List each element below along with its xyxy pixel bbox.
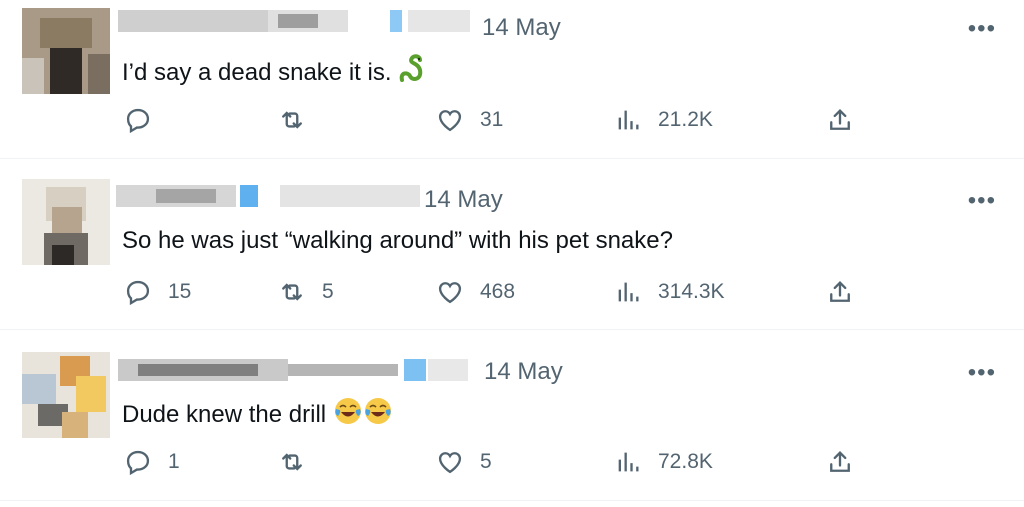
- like-button[interactable]: 31: [436, 106, 503, 134]
- views-button[interactable]: 21.2K: [614, 106, 713, 134]
- like-count: 31: [480, 108, 504, 131]
- like-button[interactable]: 468: [436, 278, 515, 306]
- reply-button[interactable]: [124, 106, 168, 134]
- reply-tweet[interactable]: 14 May ••• I’d say a dead snake it is. 3…: [0, 0, 1024, 158]
- divider: [0, 500, 1024, 501]
- retweet-icon: [282, 111, 302, 129]
- heart-icon: [438, 452, 462, 474]
- share-icon: [830, 451, 850, 472]
- heart-icon: [438, 282, 462, 304]
- tears-of-joy-emoji: [333, 396, 363, 433]
- share-icon: [830, 109, 850, 130]
- tweet-actions: 15 5 468 314.3K: [0, 278, 1024, 312]
- blurred-username[interactable]: [118, 359, 468, 381]
- reply-icon: [126, 108, 150, 134]
- share-icon: [830, 281, 850, 302]
- avatar[interactable]: [22, 8, 110, 94]
- blurred-username[interactable]: [118, 10, 470, 32]
- like-count: 5: [480, 450, 492, 473]
- retweet-button[interactable]: [278, 448, 322, 476]
- reply-tweet[interactable]: 14 May ••• Dude knew the drill 1 5 72.8K: [0, 330, 1024, 500]
- tweet-actions: 1 5 72.8K: [0, 448, 1024, 482]
- avatar[interactable]: [22, 179, 110, 265]
- like-count: 468: [480, 280, 516, 303]
- like-button[interactable]: 5: [436, 448, 492, 476]
- views-chart-icon: [618, 452, 639, 472]
- retweet-count: 5: [322, 280, 334, 303]
- share-button[interactable]: [826, 448, 854, 476]
- reply-count: 15: [168, 280, 192, 303]
- tweet-actions: 31 21.2K: [0, 106, 1024, 140]
- views-button[interactable]: 314.3K: [614, 278, 725, 306]
- views-chart-icon: [618, 110, 639, 130]
- share-button[interactable]: [826, 278, 854, 306]
- views-chart-icon: [618, 282, 639, 302]
- retweet-button[interactable]: [278, 106, 322, 134]
- avatar[interactable]: [22, 352, 110, 438]
- tweet-date[interactable]: 14 May: [484, 358, 563, 386]
- reply-icon: [126, 280, 150, 306]
- reply-icon: [126, 450, 150, 476]
- tears-of-joy-emoji: [363, 396, 393, 433]
- retweet-button[interactable]: 5: [278, 278, 334, 306]
- snake-emoji: [398, 54, 426, 91]
- reply-button[interactable]: 15: [124, 278, 191, 306]
- tweet-date[interactable]: 14 May: [424, 186, 503, 214]
- view-count: 314.3K: [658, 280, 725, 303]
- tweet-text: Dude knew the drill: [122, 396, 393, 433]
- views-button[interactable]: 72.8K: [614, 448, 713, 476]
- reply-button[interactable]: 1: [124, 448, 180, 476]
- reply-tweet[interactable]: 14 May ••• So he was just “walking aroun…: [0, 159, 1024, 329]
- view-count: 21.2K: [658, 108, 713, 131]
- retweet-icon: [282, 283, 302, 301]
- more-options-button[interactable]: •••: [968, 17, 996, 41]
- tweet-text-content: I’d say a dead snake it is.: [122, 59, 392, 86]
- view-count: 72.8K: [658, 450, 713, 473]
- more-options-button[interactable]: •••: [968, 189, 996, 213]
- tweet-date[interactable]: 14 May: [482, 14, 561, 42]
- reply-count: 1: [168, 450, 180, 473]
- tweet-text-content: Dude knew the drill: [122, 401, 327, 428]
- share-button[interactable]: [826, 106, 854, 134]
- blurred-username[interactable]: [116, 185, 420, 207]
- tweet-text: So he was just “walking around” with his…: [122, 227, 673, 254]
- retweet-icon: [282, 453, 302, 471]
- more-options-button[interactable]: •••: [968, 361, 996, 385]
- heart-icon: [438, 110, 462, 132]
- tweet-text: I’d say a dead snake it is.: [122, 54, 426, 91]
